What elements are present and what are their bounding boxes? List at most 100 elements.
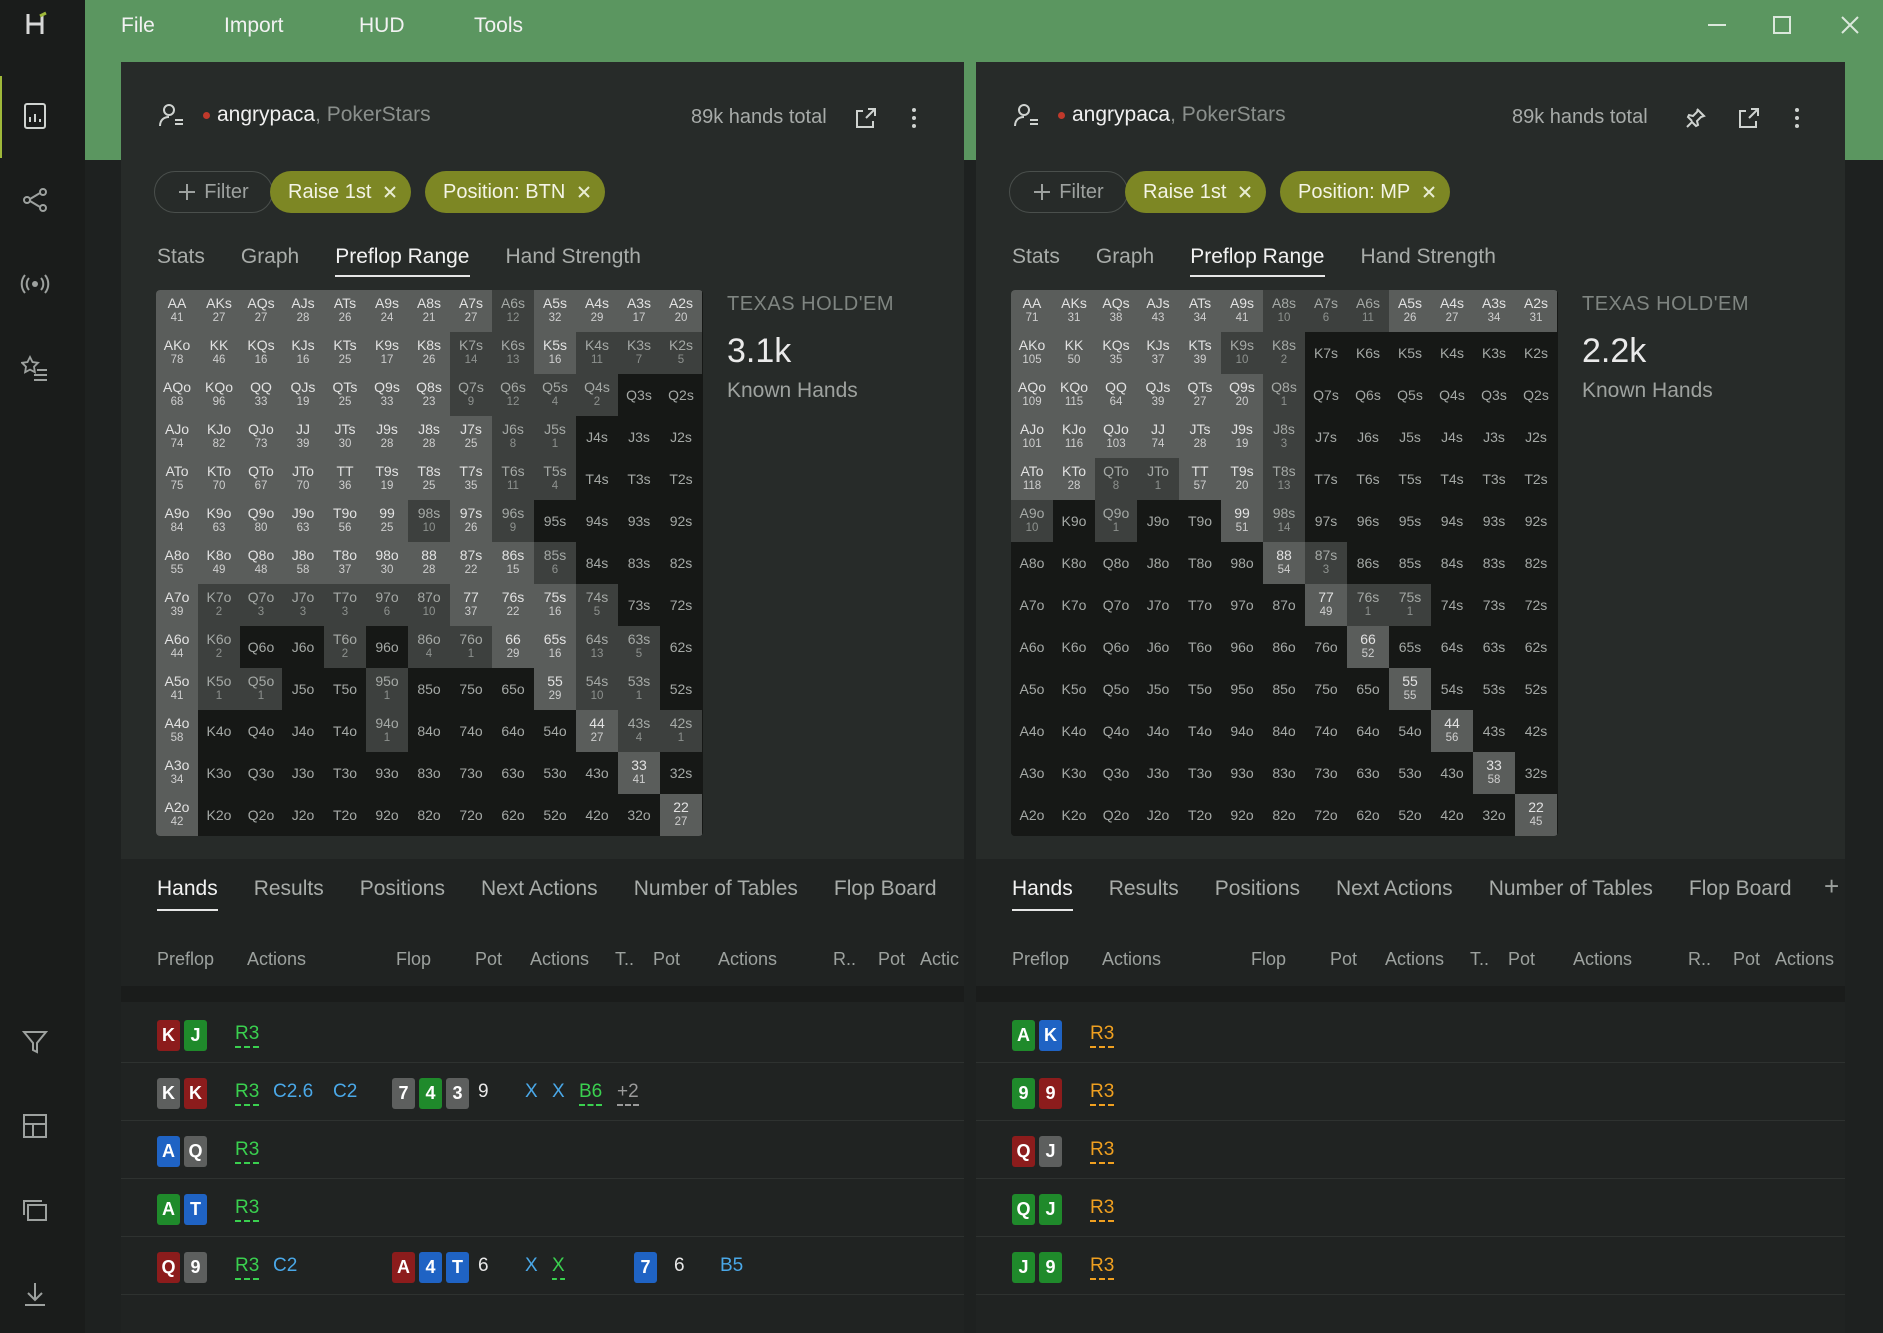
range-cell[interactable]: J9s 28: [366, 416, 408, 458]
range-cell[interactable]: 52o: [1389, 794, 1431, 836]
tab-next-actions[interactable]: Next Actions: [1336, 877, 1453, 911]
range-cell[interactable]: 54o: [1389, 710, 1431, 752]
range-cell[interactable]: Q8o: [1095, 542, 1137, 584]
range-cell[interactable]: 42s: [1515, 710, 1557, 752]
range-cell[interactable]: 98o 30: [366, 542, 408, 584]
tab-number-of-tables[interactable]: Number of Tables: [1489, 877, 1653, 911]
range-cell[interactable]: A4s 29: [576, 290, 618, 332]
range-cell[interactable]: Q8s 1: [1263, 374, 1305, 416]
range-cell[interactable]: Q6o: [240, 626, 282, 668]
range-cell[interactable]: 92s: [1515, 500, 1557, 542]
tab-hand-strength[interactable]: Hand Strength: [506, 245, 641, 277]
range-cell[interactable]: A3s 17: [618, 290, 660, 332]
range-cell[interactable]: A6o 44: [156, 626, 198, 668]
range-cell[interactable]: 93s: [618, 500, 660, 542]
range-cell[interactable]: 88 28: [408, 542, 450, 584]
range-cell[interactable]: K9s 10: [1221, 332, 1263, 374]
range-cell[interactable]: A9o 84: [156, 500, 198, 542]
nav-windows-icon[interactable]: [17, 1192, 53, 1228]
range-cell[interactable]: T4s: [576, 458, 618, 500]
tab-results[interactable]: Results: [254, 877, 324, 911]
nav-live-broadcast-icon[interactable]: [17, 266, 53, 302]
range-cell[interactable]: Q4s: [1431, 374, 1473, 416]
range-cell[interactable]: 82o: [408, 794, 450, 836]
range-cell[interactable]: AKo 105: [1011, 332, 1053, 374]
range-cell[interactable]: 65o: [492, 668, 534, 710]
chip-remove-icon[interactable]: [577, 185, 591, 199]
range-cell[interactable]: K9o: [1053, 500, 1095, 542]
user-switch-icon[interactable]: [1014, 102, 1040, 128]
column-header[interactable]: R..: [833, 949, 856, 970]
range-cell[interactable]: T2s: [1515, 458, 1557, 500]
range-cell[interactable]: J5s: [1389, 416, 1431, 458]
tab-graph[interactable]: Graph: [241, 245, 299, 277]
range-cell[interactable]: JTs 28: [1179, 416, 1221, 458]
range-cell[interactable]: K8s 2: [1263, 332, 1305, 374]
range-cell[interactable]: Q2o: [240, 794, 282, 836]
range-cell[interactable]: 73s: [1473, 584, 1515, 626]
range-cell[interactable]: A6o: [1011, 626, 1053, 668]
range-cell[interactable]: 77 37: [450, 584, 492, 626]
range-cell[interactable]: A6s 12: [492, 290, 534, 332]
range-cell[interactable]: 77 49: [1305, 584, 1347, 626]
range-cell[interactable]: 44 27: [576, 710, 618, 752]
range-cell[interactable]: JJ 74: [1137, 416, 1179, 458]
column-header[interactable]: Actions: [1385, 949, 1444, 970]
range-cell[interactable]: 42s 1: [660, 710, 702, 752]
range-cell[interactable]: JTo 70: [282, 458, 324, 500]
range-cell[interactable]: QJs 39: [1137, 374, 1179, 416]
range-cell[interactable]: A9s 24: [366, 290, 408, 332]
hand-row[interactable]: J 9 R3: [976, 1237, 1845, 1295]
range-cell[interactable]: Q3o: [1095, 752, 1137, 794]
range-cell[interactable]: 55 55: [1389, 668, 1431, 710]
range-cell[interactable]: AKs 31: [1053, 290, 1095, 332]
range-cell[interactable]: 73s: [618, 584, 660, 626]
range-cell[interactable]: A8s 21: [408, 290, 450, 332]
range-cell[interactable]: A5o: [1011, 668, 1053, 710]
range-cell[interactable]: 52s: [1515, 668, 1557, 710]
range-cell[interactable]: AKo 78: [156, 332, 198, 374]
range-cell[interactable]: 32o: [1473, 794, 1515, 836]
range-cell[interactable]: K4o: [1053, 710, 1095, 752]
range-cell[interactable]: J5s 1: [534, 416, 576, 458]
range-cell[interactable]: 62s: [1515, 626, 1557, 668]
range-cell[interactable]: T9o 56: [324, 500, 366, 542]
range-cell[interactable]: ATo 75: [156, 458, 198, 500]
range-cell[interactable]: 85s 6: [534, 542, 576, 584]
range-cell[interactable]: T8s 13: [1263, 458, 1305, 500]
range-cell[interactable]: 72s: [1515, 584, 1557, 626]
range-cell[interactable]: J4s: [1431, 416, 1473, 458]
range-cell[interactable]: AQo 109: [1011, 374, 1053, 416]
range-cell[interactable]: T3s: [618, 458, 660, 500]
range-cell[interactable]: K3s: [1473, 332, 1515, 374]
range-cell[interactable]: KJo 82: [198, 416, 240, 458]
tab-positions[interactable]: Positions: [1215, 877, 1300, 911]
range-cell[interactable]: KTo 70: [198, 458, 240, 500]
nav-favorites-list-icon[interactable]: [17, 350, 53, 386]
player-name[interactable]: angrypaca, PokerStars: [1072, 103, 1286, 127]
nav-filter-icon[interactable]: [17, 1024, 53, 1060]
range-cell[interactable]: K8s 26: [408, 332, 450, 374]
range-cell[interactable]: 32s: [1515, 752, 1557, 794]
range-cell[interactable]: KTs 39: [1179, 332, 1221, 374]
range-cell[interactable]: 55 29: [534, 668, 576, 710]
range-cell[interactable]: Q7o: [1095, 584, 1137, 626]
range-cell[interactable]: T3o: [1179, 752, 1221, 794]
range-cell[interactable]: J3o: [282, 752, 324, 794]
range-cell[interactable]: J9s 19: [1221, 416, 1263, 458]
tab-preflop-range[interactable]: Preflop Range: [335, 245, 470, 277]
range-cell[interactable]: J7s: [1305, 416, 1347, 458]
column-header[interactable]: R..: [1688, 949, 1711, 970]
range-cell[interactable]: 94s: [576, 500, 618, 542]
range-cell[interactable]: 82o: [1263, 794, 1305, 836]
range-cell[interactable]: KK 46: [198, 332, 240, 374]
range-cell[interactable]: 96s 9: [492, 500, 534, 542]
menu-file[interactable]: File: [121, 14, 155, 38]
range-cell[interactable]: 96o: [366, 626, 408, 668]
range-cell[interactable]: J5o: [1137, 668, 1179, 710]
range-cell[interactable]: 85o: [1263, 668, 1305, 710]
range-cell[interactable]: A4o: [1011, 710, 1053, 752]
range-cell[interactable]: 83s: [618, 542, 660, 584]
range-cell[interactable]: 42o: [1431, 794, 1473, 836]
tab-stats[interactable]: Stats: [157, 245, 205, 277]
